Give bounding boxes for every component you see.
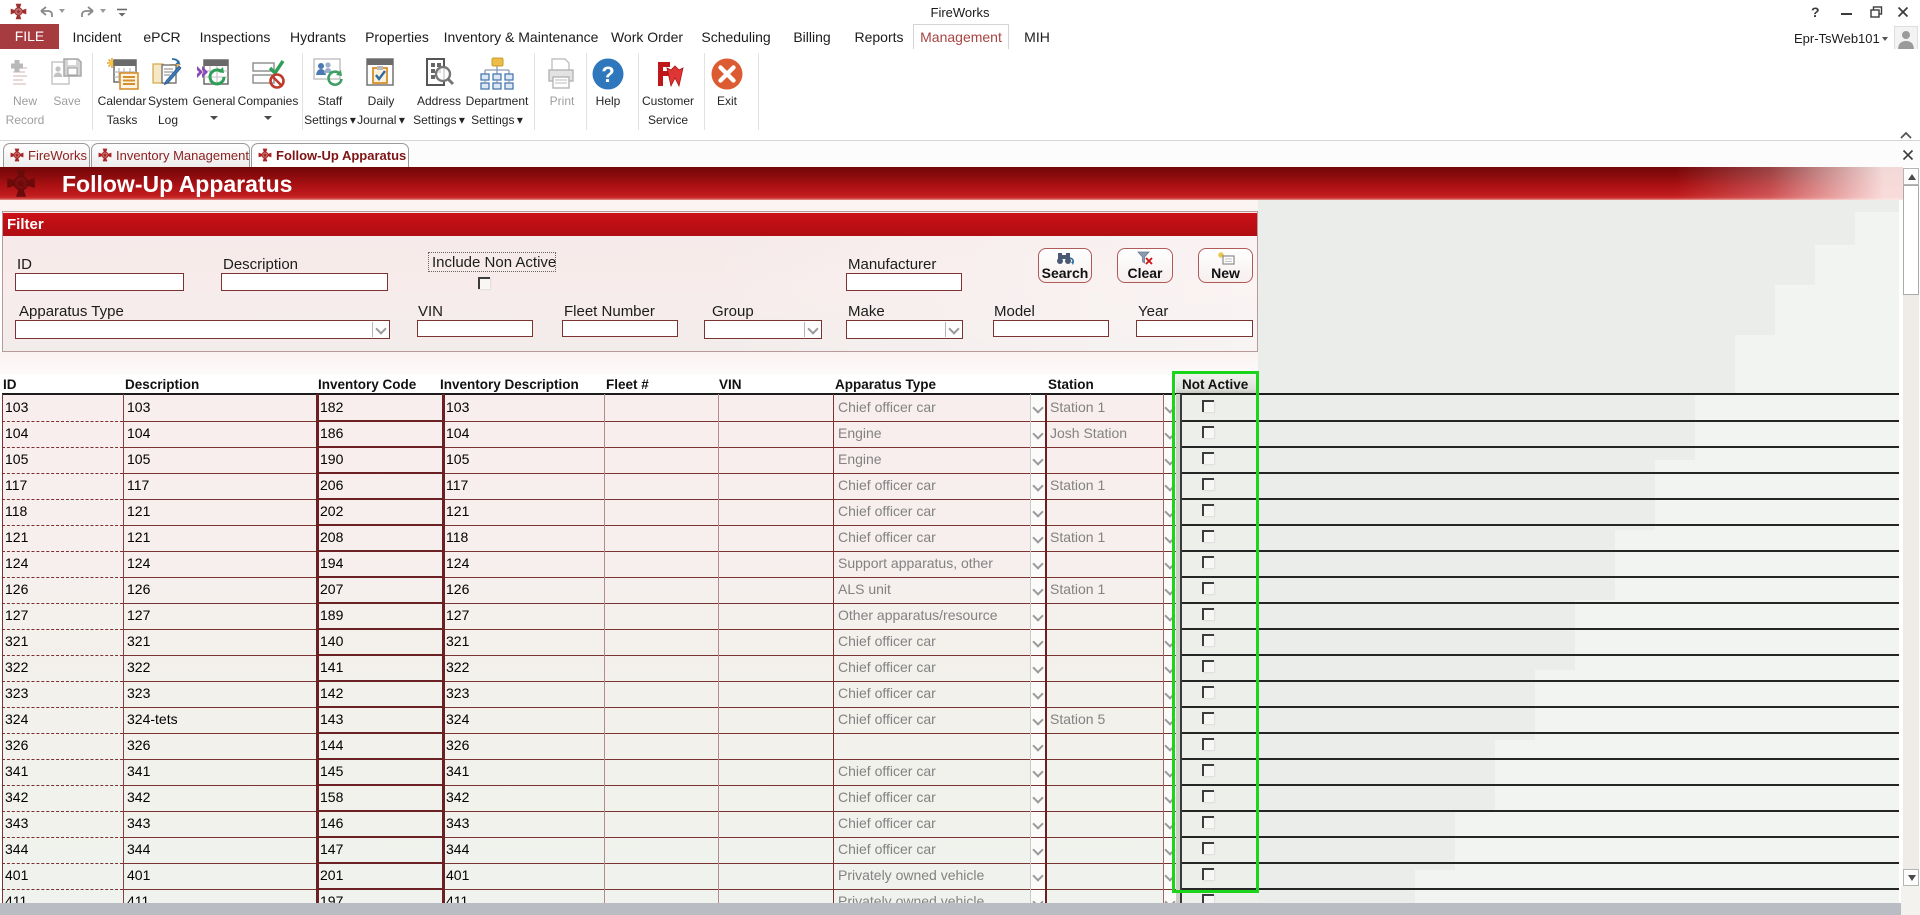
svg-text:?: ?: [601, 62, 614, 87]
